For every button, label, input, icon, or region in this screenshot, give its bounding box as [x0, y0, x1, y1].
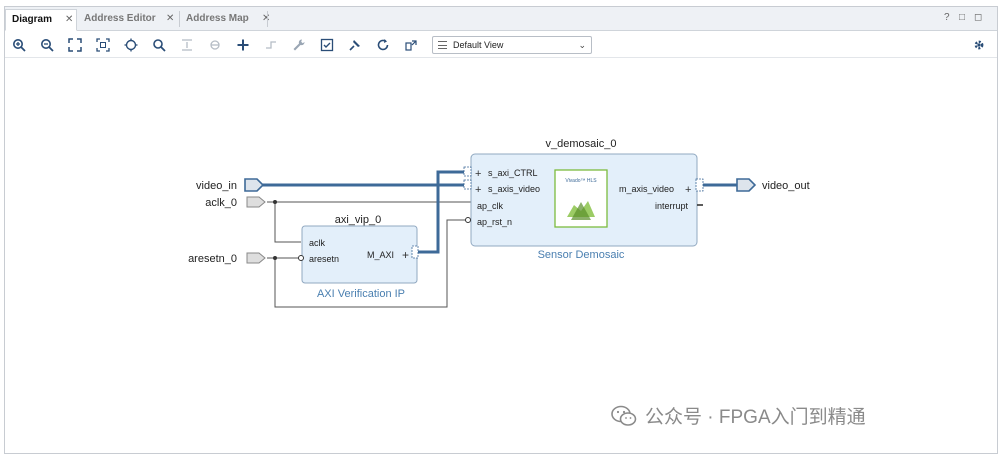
collapse-icon[interactable] — [206, 36, 224, 54]
input-port-aclk-icon[interactable] — [246, 196, 266, 208]
axi-vip-instance: axi_vip_0 — [335, 214, 381, 226]
port-label-aclk-0: aclk_0 — [205, 197, 237, 209]
port-label-aresetn-0: aresetn_0 — [188, 253, 237, 265]
port-label-video-out: video_out — [762, 180, 810, 192]
gear-icon[interactable] — [970, 36, 988, 54]
input-port-video-in-icon[interactable] — [244, 178, 265, 192]
tab-address-map[interactable]: Address Map ✕ — [180, 9, 275, 31]
input-port-aresetn-icon[interactable] — [246, 252, 266, 264]
watermark-text: 公众号 · FPGA入门到精通 — [645, 407, 866, 428]
diagram-window: Diagram ✕ Address Editor ✕ Address Map ✕… — [4, 6, 998, 454]
port-label-video-in: video_in — [196, 180, 237, 192]
regenerate-layout-icon[interactable] — [402, 36, 420, 54]
tab-address-editor-close-icon[interactable]: ✕ — [166, 9, 174, 29]
axi-vip-pin-m-axi: M_AXI — [367, 250, 394, 260]
s-axis-video-connector-icon — [463, 179, 472, 190]
output-port-video-out-icon[interactable] — [736, 178, 757, 192]
align-icon[interactable] — [178, 36, 196, 54]
watermark: 公众号 · FPGA入门到精通 — [611, 402, 866, 429]
tab-diagram-label: Diagram — [12, 14, 53, 25]
help-icon[interactable]: ? — [944, 12, 950, 23]
diagram-canvas[interactable]: video_in aclk_0 aresetn_0 axi_vip_0 aclk… — [5, 59, 997, 453]
zoom-fit-icon[interactable] — [66, 36, 84, 54]
target-icon[interactable] — [122, 36, 140, 54]
aclk-wire — [267, 201, 301, 243]
m-axi-expand-icon: + — [402, 248, 409, 262]
demosaic-subtitle: Sensor Demosaic — [538, 249, 625, 261]
block-diagram: video_in aclk_0 aresetn_0 axi_vip_0 aclk… — [188, 138, 810, 308]
zoom-in-icon[interactable] — [10, 36, 28, 54]
m-axi-bus-connector-icon — [411, 245, 419, 259]
demosaic-pin-s-axis-video: s_axis_video — [488, 184, 540, 194]
zoom-out-icon[interactable] — [38, 36, 56, 54]
view-select-value: Default View — [453, 40, 504, 50]
refresh-icon[interactable] — [374, 36, 392, 54]
tab-address-editor-label: Address Editor — [84, 13, 156, 24]
m-axis-video-expand-icon: + — [685, 184, 691, 196]
demosaic-instance: v_demosaic_0 — [546, 138, 617, 150]
add-ip-icon[interactable] — [234, 36, 252, 54]
demosaic-pin-interrupt: interrupt — [655, 201, 689, 211]
demosaic-pin-ap-rst-n: ap_rst_n — [477, 217, 512, 227]
search-icon[interactable] — [150, 36, 168, 54]
tab-diagram[interactable]: Diagram ✕ — [5, 9, 77, 31]
wrench-icon[interactable] — [290, 36, 308, 54]
demosaic-pin-s-axi-ctrl: s_axi_CTRL — [488, 168, 538, 178]
validate-icon[interactable] — [318, 36, 336, 54]
m-axis-video-connector-icon — [695, 178, 704, 192]
tab-divider — [267, 11, 268, 27]
view-select[interactable]: Default View ⌄ — [432, 36, 592, 54]
tab-diagram-close-icon[interactable]: ✕ — [65, 10, 73, 30]
tab-address-map-label: Address Map — [186, 13, 249, 24]
demosaic-pin-m-axis-video: m_axis_video — [619, 184, 674, 194]
chevron-down-icon: ⌄ — [578, 40, 586, 50]
tab-bar: Diagram ✕ Address Editor ✕ Address Map ✕… — [5, 7, 997, 31]
hls-logo-text: Vivado™ HLS — [565, 178, 597, 184]
list-icon — [438, 41, 447, 49]
aresetn-invert-bubble — [298, 255, 304, 261]
axi-vip-pin-aclk: aclk — [309, 238, 326, 248]
restore-icon[interactable]: □ — [959, 12, 965, 23]
tab-address-editor[interactable]: Address Editor ✕ — [78, 9, 178, 31]
s-axis-video-expand-icon: + — [475, 184, 481, 196]
wechat-icon — [611, 405, 637, 426]
maximize-icon[interactable]: ◻ — [974, 12, 982, 23]
axi-vip-pin-aresetn: aresetn — [309, 254, 339, 264]
diagram-toolbar: Default View ⌄ — [5, 32, 997, 58]
zoom-selection-icon[interactable] — [94, 36, 112, 54]
ap-rst-n-invert-bubble — [465, 217, 471, 223]
route-icon[interactable] — [262, 36, 280, 54]
axi-vip-subtitle: AXI Verification IP — [317, 288, 405, 300]
s-axi-ctrl-connector-icon — [463, 166, 472, 177]
auto-connect-icon[interactable] — [346, 36, 364, 54]
s-axi-ctrl-expand-icon: + — [475, 168, 481, 180]
demosaic-pin-ap-clk: ap_clk — [477, 201, 504, 211]
